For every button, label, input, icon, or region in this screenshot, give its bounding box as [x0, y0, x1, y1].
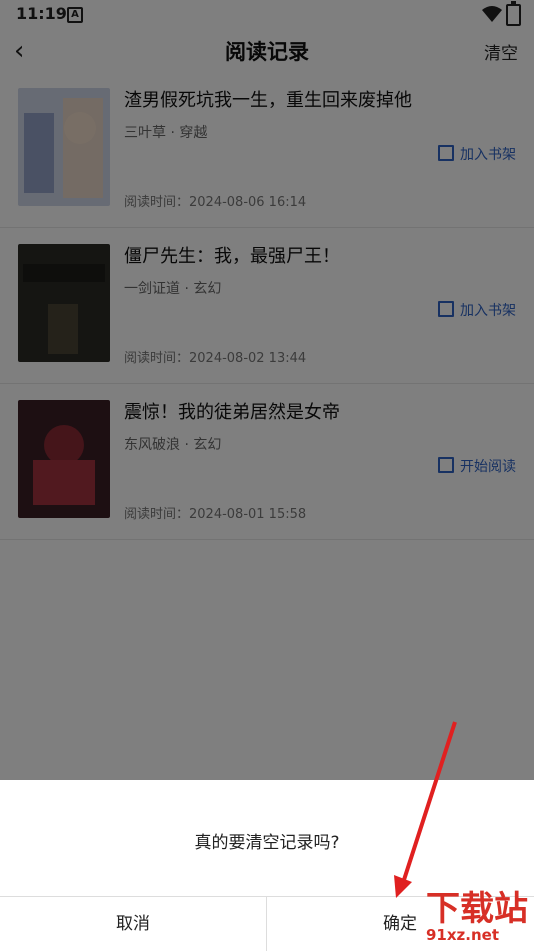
watermark-logo: 下载站 91xz.net [426, 892, 528, 944]
watermark-text: 下载站 [426, 889, 528, 929]
pointer-arrow-icon [394, 721, 457, 898]
